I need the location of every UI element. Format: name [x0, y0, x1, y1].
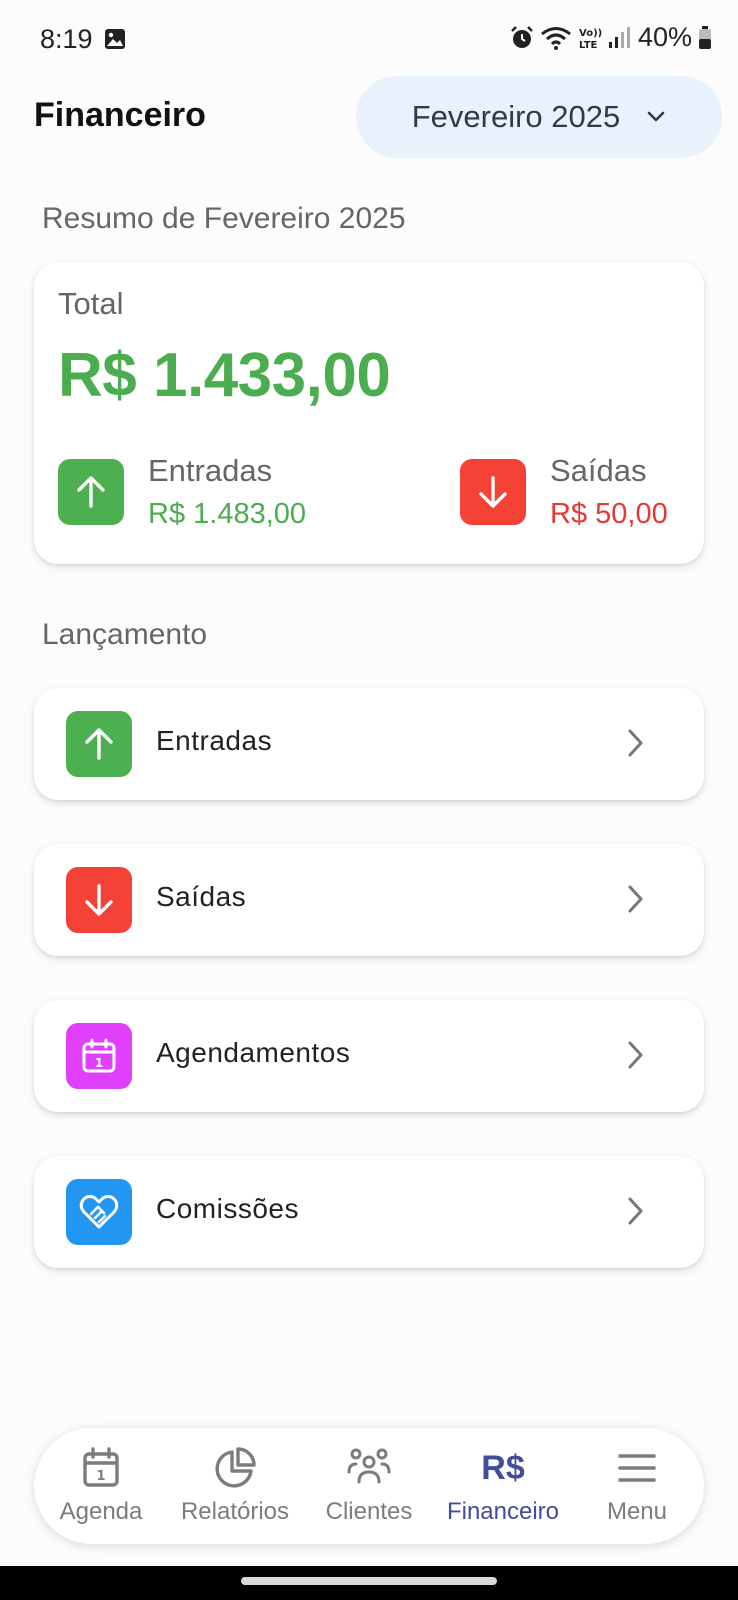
status-time: 8:19 [40, 24, 93, 54]
launch-section-title: Lançamento [42, 618, 208, 651]
heart-handshake-icon [66, 1179, 132, 1245]
battery-percent: 40% [637, 22, 692, 52]
chevron-right-icon [628, 1197, 643, 1225]
pie-chart-icon [215, 1447, 256, 1488]
calendar-icon: 1 [83, 1447, 119, 1487]
income-summary: Entradas R$ 1.483,00 [58, 452, 306, 532]
image-notification-icon [105, 29, 125, 49]
currency-icon: R$ [481, 1449, 525, 1487]
svg-text:1: 1 [96, 1469, 105, 1484]
arrow-down-icon [460, 459, 526, 525]
bottom-navigation: 1 Agenda Relatórios Clientes R$ Financei… [34, 1428, 704, 1544]
signal-icon [608, 26, 630, 48]
nav-item-relatorios[interactable]: Relatórios [168, 1428, 302, 1544]
nav-label: Menu [606, 1498, 668, 1525]
income-value: R$ 1.483,00 [148, 498, 307, 530]
nav-item-clientes[interactable]: Clientes [302, 1428, 436, 1544]
page-title: Financeiro [34, 96, 206, 134]
launch-item-entradas[interactable]: Entradas [34, 688, 704, 800]
calendar-icon: 1 [66, 1023, 132, 1089]
system-navigation-bar [0, 1566, 738, 1600]
launch-item-label: Entradas [156, 725, 273, 756]
launch-item-label: Saídas [156, 881, 247, 912]
income-label: Entradas [148, 453, 273, 488]
chevron-right-icon [628, 885, 643, 913]
svg-text:1: 1 [95, 1056, 103, 1070]
home-gesture-handle[interactable] [241, 1577, 497, 1585]
launch-item-saidas[interactable]: Saídas [34, 844, 704, 956]
menu-icon [618, 1454, 656, 1482]
chevron-down-icon [647, 111, 665, 122]
nav-label: Relatórios [180, 1498, 290, 1525]
arrow-up-icon [66, 711, 132, 777]
nav-label: Financeiro [446, 1498, 560, 1525]
launch-item-label: Agendamentos [156, 1037, 351, 1068]
wifi-icon [541, 26, 571, 50]
month-selector-label: Fevereiro 2025 [411, 99, 621, 134]
svg-text:Vo)): Vo)) [579, 28, 602, 39]
battery-icon [699, 25, 711, 49]
total-value: R$ 1.433,00 [58, 341, 391, 410]
status-icons: Vo)) LTE 40% [510, 22, 712, 53]
total-label: Total [58, 286, 124, 321]
expense-label: Saídas [550, 453, 647, 488]
people-icon [347, 1448, 391, 1484]
chevron-right-icon [628, 1041, 643, 1069]
chevron-right-icon [628, 729, 643, 757]
volte-icon: Vo)) LTE [579, 28, 602, 51]
expense-summary: Saídas R$ 50,00 [460, 452, 668, 532]
svg-text:LTE: LTE [579, 40, 598, 51]
nav-label: Clientes [325, 1498, 413, 1525]
nav-item-agenda[interactable]: 1 Agenda [34, 1428, 168, 1544]
expense-value: R$ 50,00 [550, 498, 668, 530]
arrow-down-icon [66, 867, 132, 933]
launch-item-agendamentos[interactable]: 1 Agendamentos [34, 1000, 704, 1112]
arrow-up-icon [58, 459, 124, 525]
summary-card: Total R$ 1.433,00 Entradas R$ 1.483,00 S… [34, 262, 704, 564]
nav-label: Agenda [59, 1498, 143, 1525]
nav-item-financeiro[interactable]: R$ Financeiro [436, 1428, 570, 1544]
month-selector-button[interactable]: Fevereiro 2025 [356, 76, 722, 158]
nav-item-menu[interactable]: Menu [570, 1428, 704, 1544]
summary-section-title: Resumo de Fevereiro 2025 [42, 202, 406, 235]
launch-item-label: Comissões [156, 1193, 299, 1224]
launch-item-comissoes[interactable]: Comissões [34, 1156, 704, 1268]
status-bar: 8:19 Vo)) LTE 40% [0, 0, 738, 78]
alarm-icon [511, 25, 533, 48]
